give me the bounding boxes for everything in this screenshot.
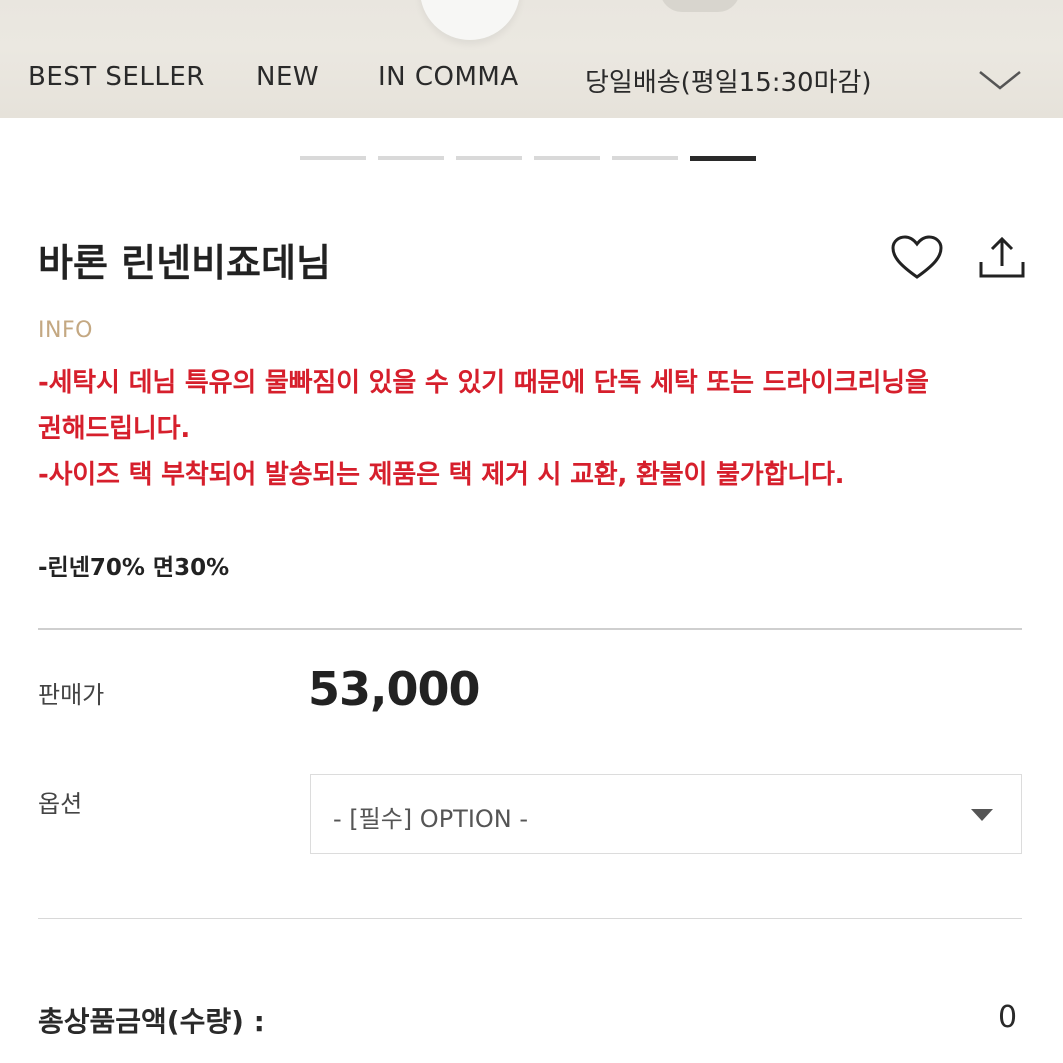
category-nav: BEST SELLER NEW IN COMMA 당일배송(평일15:30마감) — [0, 46, 1063, 110]
carousel-dot[interactable] — [378, 156, 444, 160]
washing-notice-line: 권해드립니다. — [38, 414, 190, 444]
chevron-down-icon[interactable] — [975, 62, 1025, 96]
hero-product-image-fragment — [420, 0, 520, 40]
option-select-value: - [필수] OPTION - — [333, 805, 529, 833]
return-notice-line: -사이즈 택 부착되어 발송되는 제품은 택 제거 시 교환, 환불이 불가합니… — [38, 460, 845, 490]
total-amount-label: 총상품금액(수량) : — [38, 1005, 265, 1038]
nav-item-new[interactable]: NEW — [256, 62, 319, 92]
section-divider — [38, 918, 1022, 919]
hero-product-image-fragment-2 — [660, 0, 740, 12]
carousel-pager — [300, 156, 756, 162]
product-title: 바론 린넨비죠데님 — [38, 241, 331, 285]
option-select[interactable]: - [필수] OPTION - — [310, 774, 1022, 854]
price-label: 판매가 — [38, 681, 105, 709]
price-value: 53,000 — [308, 662, 481, 716]
carousel-dot[interactable] — [456, 156, 522, 160]
carousel-dot[interactable] — [534, 156, 600, 160]
material-composition: -린넨70% 면30% — [38, 555, 230, 581]
washing-notice-line: -세탁시 데님 특유의 물빠짐이 있을 수 있기 때문에 단독 세탁 또는 드라… — [38, 368, 929, 398]
section-divider — [38, 628, 1022, 630]
nav-item-in-comma[interactable]: IN COMMA — [378, 62, 519, 92]
total-amount-value: 0 — [998, 1000, 1018, 1035]
nav-item-best-seller[interactable]: BEST SELLER — [28, 62, 205, 92]
option-label: 옵션 — [38, 790, 83, 818]
carousel-dot-active[interactable] — [690, 156, 756, 161]
share-icon[interactable] — [975, 234, 1029, 282]
info-label: INFO — [38, 318, 93, 343]
nav-item-same-day-delivery[interactable]: 당일배송(평일15:30마감) — [585, 62, 872, 99]
carousel-dot[interactable] — [612, 156, 678, 160]
carousel-dot[interactable] — [300, 156, 366, 160]
caret-down-icon — [971, 809, 993, 821]
heart-icon[interactable] — [890, 235, 944, 281]
